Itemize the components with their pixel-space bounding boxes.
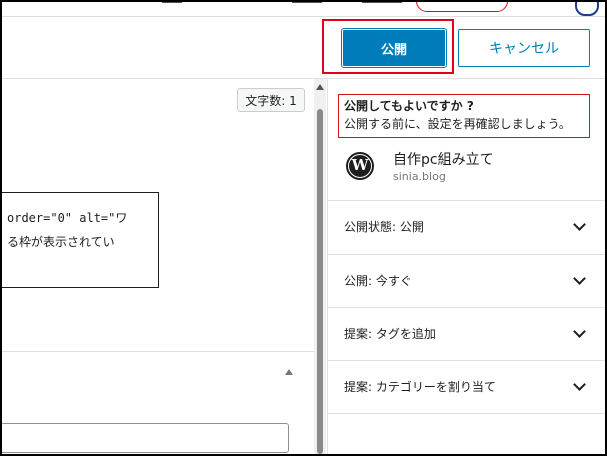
panel-label: 提案: カテゴリーを割り当て <box>344 380 496 394</box>
divider <box>2 351 314 352</box>
scrollbar[interactable] <box>314 79 326 454</box>
clipped-text <box>362 2 402 3</box>
scroll-up-icon[interactable] <box>316 84 324 90</box>
publish-header: 公開 キャンセル <box>2 17 605 79</box>
chevron-down-icon <box>573 378 586 391</box>
clipped-icon <box>575 2 599 16</box>
site-url: sinia.blog <box>393 170 446 183</box>
clipped-text <box>162 2 182 3</box>
publish-screen: 公開 キャンセル 文字数: 1 order="0" alt="ワ る枠が表示され… <box>0 0 607 456</box>
text-field[interactable] <box>2 423 289 453</box>
panel-tags[interactable]: 提案: タグを追加 <box>328 307 605 359</box>
code-line: る枠が表示されてい <box>7 235 115 249</box>
scroll-thumb[interactable] <box>317 109 323 454</box>
confirmation-title: 公開してもよいですか ? <box>344 99 474 113</box>
cancel-button[interactable]: キャンセル <box>458 29 590 67</box>
site-name: 自作pc組み立て <box>393 152 494 168</box>
wordpress-icon: W <box>346 152 374 180</box>
confirmation-subtitle: 公開する前に、設定を再確認しましょう。 <box>344 117 571 131</box>
panel-label: 公開: 今すぐ <box>344 274 412 288</box>
chevron-down-icon <box>573 218 586 231</box>
code-line: order="0" alt="ワ <box>7 211 128 225</box>
code-block[interactable]: order="0" alt="ワ る枠が表示されてい <box>2 192 159 288</box>
publish-confirmation: 公開してもよいですか ? 公開する前に、設定を再確認しましょう。 <box>338 94 590 138</box>
panel-label: 提案: タグを追加 <box>344 327 436 341</box>
clipped-toolbar <box>2 2 605 17</box>
clipped-highlight <box>416 2 508 12</box>
collapse-arrow-icon[interactable] <box>285 369 293 375</box>
chevron-down-icon <box>573 325 586 338</box>
panel-categories[interactable]: 提案: カテゴリーを割り当て <box>328 360 605 412</box>
publish-panel: 公開してもよいですか ? 公開する前に、設定を再確認しましょう。 W 自作pc組… <box>327 79 605 454</box>
publish-button[interactable]: 公開 <box>341 28 447 68</box>
clipped-text <box>292 2 322 3</box>
site-info: W 自作pc組み立て sinia.blog <box>346 149 596 189</box>
chevron-down-icon <box>573 272 586 285</box>
panel-divider <box>328 413 605 454</box>
editor-area: 文字数: 1 order="0" alt="ワ る枠が表示されてい <box>2 79 314 454</box>
word-count-badge: 文字数: 1 <box>237 88 305 112</box>
panel-label: 公開状態: 公開 <box>344 220 424 234</box>
panel-publish-date[interactable]: 公開: 今すぐ <box>328 254 605 306</box>
panel-visibility[interactable]: 公開状態: 公開 <box>328 200 605 252</box>
